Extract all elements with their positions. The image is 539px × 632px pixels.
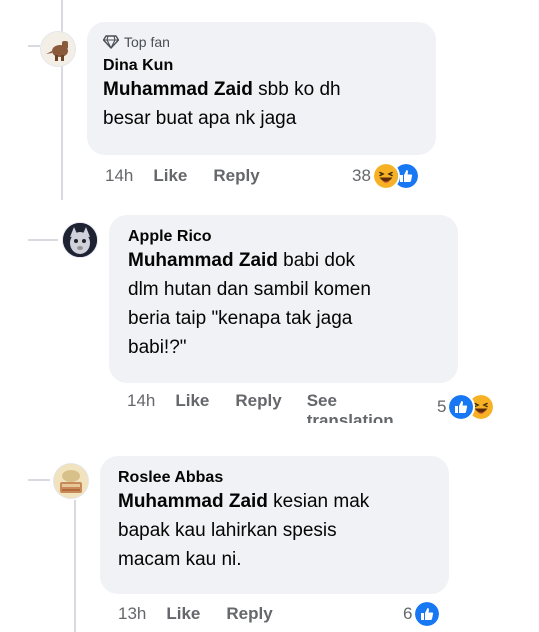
thread-branch xyxy=(28,45,40,47)
comment-thread: Top fan Dina Kun Muhammad Zaid sbb ko dh… xyxy=(0,0,539,632)
timestamp[interactable]: 14h xyxy=(105,166,133,186)
comment-author[interactable]: Roslee Abbas xyxy=(118,469,434,487)
see-translation-line: See xyxy=(306,391,337,410)
comment-text-line: babi!?" xyxy=(128,337,187,358)
comment-text-line: beria taip "kenapa tak jaga xyxy=(128,308,353,329)
reaction-summary[interactable]: 5 xyxy=(437,393,496,421)
comment-bubble: Apple Rico Muhammad Zaid babi dok dlm hu… xyxy=(109,215,458,383)
comment-text-line: dlm hutan dan sambil komen xyxy=(128,279,371,300)
avatar[interactable] xyxy=(40,31,76,67)
top-fan-label: Top fan xyxy=(124,34,170,50)
avatar[interactable] xyxy=(62,222,98,258)
timestamp[interactable]: 14h xyxy=(127,391,155,411)
comment-text-line: bapak kau lahirkan spesis xyxy=(118,520,337,541)
comment-actions: 14h Like Reply xyxy=(105,166,260,186)
comment-text: Muhammad Zaid babi dok dlm hutan dan sam… xyxy=(128,246,443,362)
thread-line xyxy=(74,500,76,632)
comment-actions: 13h Like Reply xyxy=(118,604,273,624)
haha-icon xyxy=(371,162,400,190)
comment-bubble: Top fan Dina Kun Muhammad Zaid sbb ko dh… xyxy=(87,22,436,155)
like-button[interactable]: Like xyxy=(166,604,200,624)
reply-button[interactable]: Reply xyxy=(213,166,259,186)
comment-text-line: macam kau ni. xyxy=(118,549,242,570)
timestamp[interactable]: 13h xyxy=(118,604,146,624)
diamond-icon xyxy=(103,35,119,49)
comment-text-line: babi dok xyxy=(277,250,356,271)
avatar[interactable] xyxy=(53,463,89,499)
reaction-count: 6 xyxy=(403,604,413,623)
comment-text: Muhammad Zaid kesian mak bapak kau lahir… xyxy=(118,487,434,574)
mention-link[interactable]: Muhammad Zaid xyxy=(128,250,278,271)
comment-actions: 14h Like Reply See translation xyxy=(127,391,394,423)
thread-branch xyxy=(28,479,50,481)
mention-link[interactable]: Muhammad Zaid xyxy=(103,79,253,100)
reaction-count: 38 xyxy=(352,166,371,185)
reply-button[interactable]: Reply xyxy=(226,604,272,624)
like-icon xyxy=(413,600,442,628)
comment-bubble: Roslee Abbas Muhammad Zaid kesian mak ba… xyxy=(100,456,449,594)
reaction-summary[interactable]: 6 xyxy=(403,600,442,628)
comment-author[interactable]: Dina Kun xyxy=(103,57,421,75)
see-translation-line: translation xyxy=(306,411,394,423)
like-button[interactable]: Like xyxy=(175,391,209,411)
mention-link[interactable]: Muhammad Zaid xyxy=(118,491,268,512)
reaction-summary[interactable]: 38 xyxy=(352,162,420,190)
reply-button[interactable]: Reply xyxy=(235,391,281,411)
see-translation-button[interactable]: See translation xyxy=(307,391,394,423)
comment-text-line: besar buat apa nk jaga xyxy=(103,108,297,129)
comment-text-line: sbb ko dh xyxy=(252,79,341,100)
like-button[interactable]: Like xyxy=(153,166,187,186)
top-fan-badge[interactable]: Top fan xyxy=(103,34,421,50)
comment-text-line: kesian mak xyxy=(267,491,370,512)
thread-line xyxy=(61,0,63,200)
thread-branch xyxy=(28,239,58,241)
reaction-count: 5 xyxy=(437,397,447,416)
comment-author[interactable]: Apple Rico xyxy=(128,228,443,246)
comment-text: Muhammad Zaid sbb ko dh besar buat apa n… xyxy=(103,75,421,133)
